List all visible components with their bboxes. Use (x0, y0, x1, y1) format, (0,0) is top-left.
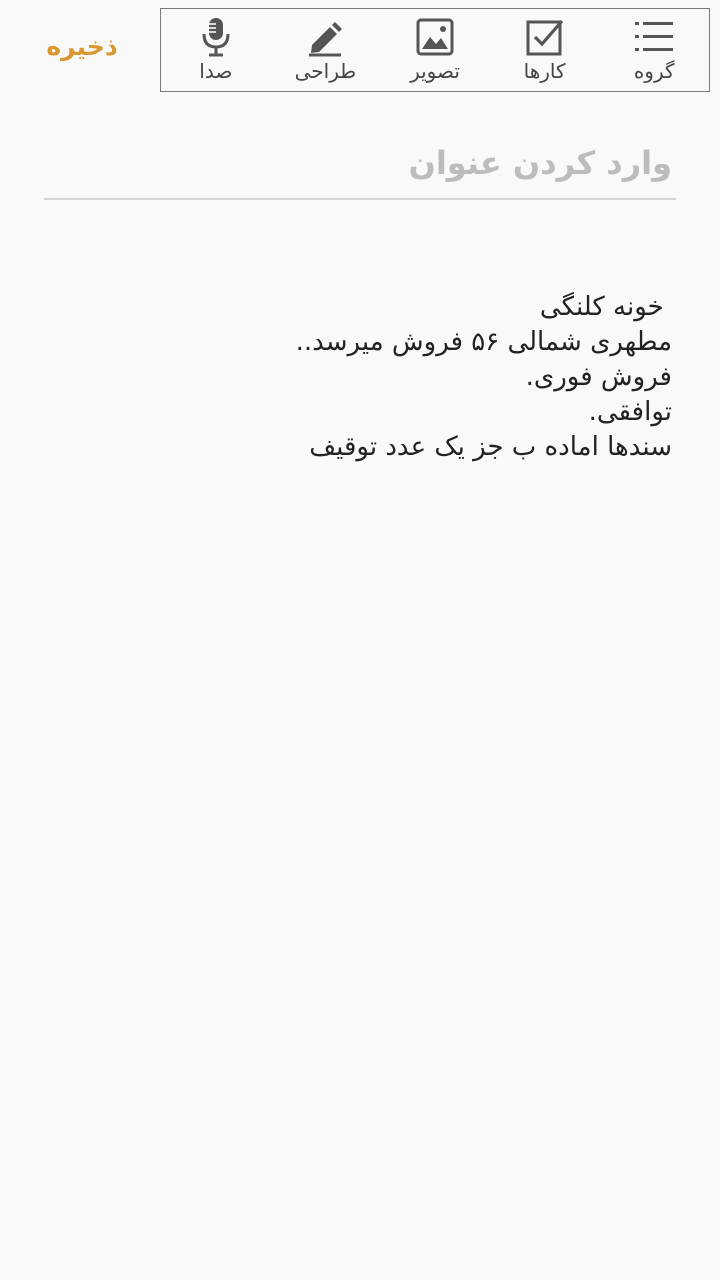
tasks-label: کارها (523, 59, 566, 83)
attachment-toolbar: صدا طراحی تصویر کارها گروه (160, 8, 710, 92)
note-editor-screen: ذخیره صدا طراحی تصویر کارها گروه وارد کر… (0, 0, 720, 1280)
voice-label: صدا (199, 59, 233, 83)
note-line: توافقی. (588, 397, 672, 427)
checkbox-icon (525, 17, 565, 57)
microphone-icon (196, 17, 236, 57)
note-body[interactable]: خونه کلنگی مطهری شمالی ۵۶ فروش میرسد.. ف… (44, 290, 672, 465)
note-line: فروش فوری. (525, 362, 672, 392)
image-icon (415, 17, 455, 57)
image-label: تصویر (410, 59, 460, 83)
voice-button[interactable]: صدا (161, 9, 271, 91)
group-button[interactable]: گروه (599, 9, 709, 91)
note-line: سندها اماده ب جز یک عدد توقیف (309, 432, 672, 462)
list-icon (634, 17, 674, 57)
group-label: گروه (633, 59, 675, 83)
note-line: مطهری شمالی ۵۶ فروش میرسد.. (295, 327, 672, 357)
title-input[interactable] (44, 128, 676, 200)
drawing-button[interactable]: طراحی (271, 9, 381, 91)
save-button[interactable]: ذخیره (30, 22, 134, 70)
image-button[interactable]: تصویر (380, 9, 490, 91)
tasks-button[interactable]: کارها (490, 9, 600, 91)
pencil-icon (305, 17, 345, 57)
note-line: خونه کلنگی (539, 292, 672, 322)
drawing-label: طراحی (294, 59, 357, 83)
